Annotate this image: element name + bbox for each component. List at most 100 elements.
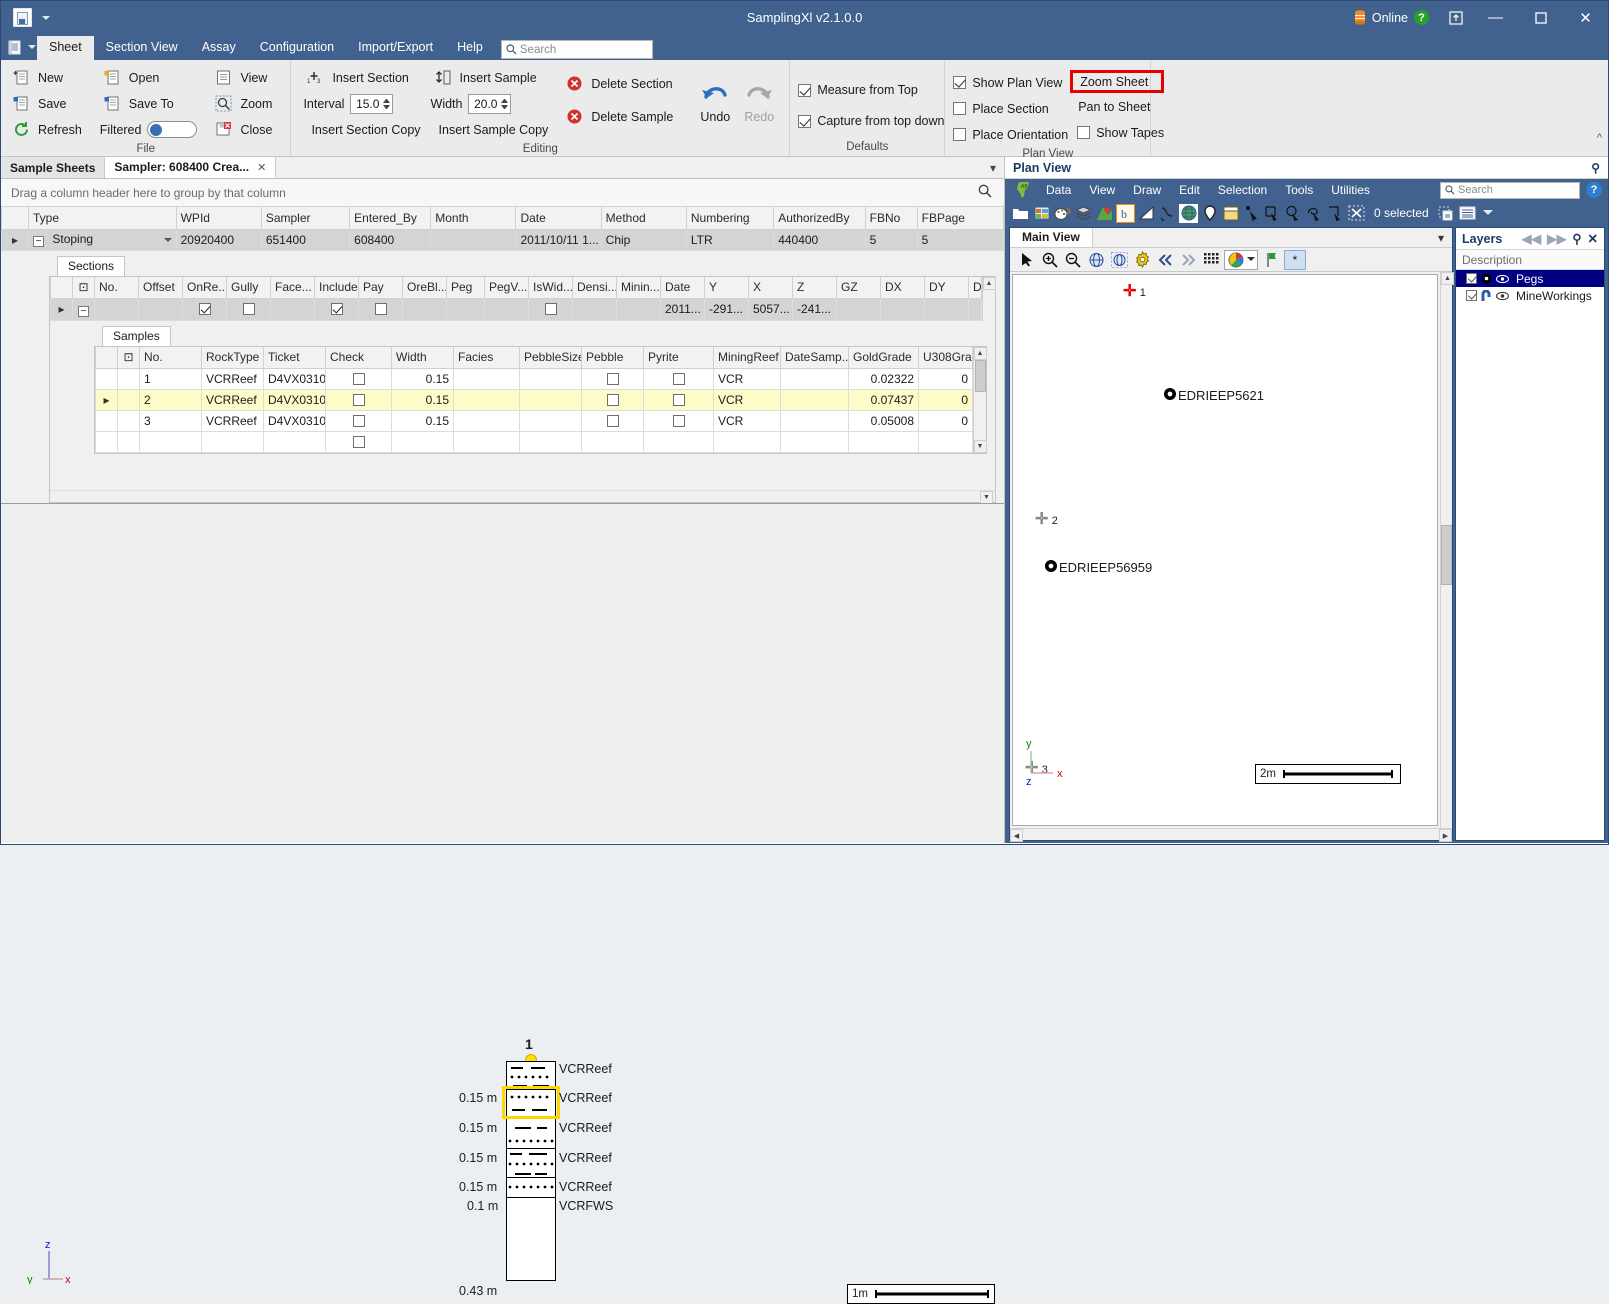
table-row[interactable]: ▸ − xyxy=(51,299,982,320)
cell-numbering[interactable]: LTR xyxy=(686,229,773,250)
checkbox-icon[interactable] xyxy=(353,373,365,385)
place-section-checkbox[interactable]: Place Section xyxy=(953,96,1068,121)
col-wpid[interactable]: WPId xyxy=(176,207,261,229)
checkbox-icon[interactable] xyxy=(243,303,255,315)
maximize-button[interactable] xyxy=(1518,1,1563,34)
scroll-up-icon[interactable]: ▲ xyxy=(1441,272,1454,285)
delete-section-button[interactable]: Delete Section xyxy=(562,71,683,96)
table-row[interactable] xyxy=(96,432,973,453)
select-rect-icon[interactable] xyxy=(1263,204,1282,223)
close-button[interactable]: ✕ xyxy=(1563,1,1608,34)
insert-sample-copy-button[interactable]: Insert Sample Copy xyxy=(431,117,557,142)
peg-2[interactable]: EDRIEEP56959 xyxy=(1044,559,1152,573)
clear-selection-icon[interactable] xyxy=(1347,204,1366,223)
section-marker-1[interactable]: ✛ 1 xyxy=(1123,285,1146,299)
col-sec-mining[interactable]: Minin... xyxy=(617,277,661,299)
close-icon[interactable]: ✕ xyxy=(1588,231,1598,246)
cell-smp-pebble[interactable] xyxy=(582,369,644,390)
scroll-up-icon[interactable]: ▲ xyxy=(983,277,996,290)
plan-view-hscrollbar[interactable]: ◀ ▶ xyxy=(1010,828,1452,840)
plan-view-canvas[interactable]: ✛ 1 ✛ 2 ✛ 3 xyxy=(1012,274,1438,826)
copy-selection-icon[interactable] xyxy=(1437,204,1456,223)
pan-to-sheet-button[interactable]: Pan to Sheet xyxy=(1070,94,1164,119)
cell-smp-rocktype[interactable]: VCRReef xyxy=(202,411,264,432)
plan-menu-utilities[interactable]: Utilities xyxy=(1322,181,1379,199)
zoom-button[interactable]: Zoom xyxy=(211,91,282,116)
cell-smp-pebblesize[interactable] xyxy=(520,432,582,453)
chevron-down-icon[interactable] xyxy=(42,16,50,20)
cell-smp-goldgrade[interactable]: 0.07437 xyxy=(849,390,919,411)
cell-sec-offset[interactable] xyxy=(139,299,183,320)
cell-sec-gz[interactable] xyxy=(837,299,881,320)
cell-smp-ticket[interactable] xyxy=(264,432,326,453)
collapse-icon[interactable]: − xyxy=(33,236,44,247)
curve-tool-icon[interactable] xyxy=(1158,204,1177,223)
folder-icon[interactable] xyxy=(1011,204,1030,223)
tab-sampler[interactable]: Sampler: 608400 Crea... ✕ xyxy=(105,157,276,178)
col-sec-dx[interactable]: DX xyxy=(881,277,925,299)
table-row[interactable]: 1 VCRReef D4VX0310... 0.15 xyxy=(96,369,973,390)
col-smp-miningreef[interactable]: MiningReef xyxy=(714,347,781,369)
cell-smp-pyrite[interactable] xyxy=(644,432,714,453)
cell-smp-check[interactable] xyxy=(326,432,392,453)
zoom-selected-icon[interactable] xyxy=(1109,250,1129,270)
cell-sec-dx[interactable] xyxy=(881,299,925,320)
cell-fbpage[interactable]: 5 xyxy=(917,229,1003,250)
cell-smp-u308grade[interactable] xyxy=(919,432,973,453)
checkbox-icon[interactable] xyxy=(673,415,685,427)
plan-menu-edit[interactable]: Edit xyxy=(1170,181,1209,199)
checkbox-icon[interactable] xyxy=(375,303,387,315)
cell-smp-pebblesize[interactable] xyxy=(520,369,582,390)
col-sec-date[interactable]: Date xyxy=(661,277,705,299)
insert-sample-button[interactable]: Insert Sample xyxy=(431,65,557,90)
plan-view-search-input[interactable]: Search xyxy=(1440,182,1580,199)
menu-tab-configuration[interactable]: Configuration xyxy=(248,36,346,60)
table-row[interactable]: ▸ − Stoping 20920400 651400 608400 2011/… xyxy=(2,229,1004,250)
cell-smp-no[interactable]: 2 xyxy=(140,390,202,411)
cell-fbno[interactable]: 5 xyxy=(865,229,917,250)
cell-smp-u308grade[interactable]: 0 xyxy=(919,390,973,411)
palette-icon[interactable] xyxy=(1053,204,1072,223)
samples-vscrollbar[interactable]: ▲ ▼ xyxy=(973,347,986,454)
show-plan-view-checkbox[interactable]: Show Plan View xyxy=(953,70,1068,95)
col-sec-gully[interactable]: Gully xyxy=(227,277,271,299)
globe-icon[interactable] xyxy=(1179,204,1198,223)
ribbon-search-box[interactable]: Search xyxy=(501,40,653,59)
zoom-extents-icon[interactable] xyxy=(1086,250,1106,270)
color-picker-icon[interactable] xyxy=(1224,250,1258,270)
layer-row-mineworkings[interactable]: MineWorkings xyxy=(1456,287,1604,304)
col-sec-dy[interactable]: DY xyxy=(925,277,969,299)
eye-icon[interactable] xyxy=(1496,291,1509,301)
zoom-in-icon[interactable] xyxy=(1040,250,1060,270)
delete-sample-button[interactable]: Delete Sample xyxy=(562,104,683,129)
cell-wpid[interactable]: 20920400 xyxy=(176,229,261,250)
col-smp-pyrite[interactable]: Pyrite xyxy=(644,347,714,369)
next-icon[interactable]: ▶▶ xyxy=(1547,231,1566,246)
refresh-button[interactable]: Refresh xyxy=(9,117,92,142)
cell-smp-facies[interactable] xyxy=(454,432,520,453)
col-sec-dz[interactable]: DZ xyxy=(969,277,982,299)
cell-sec-y[interactable]: -291... xyxy=(705,299,749,320)
location-pin-icon[interactable] xyxy=(1200,204,1219,223)
cell-sec-oreblock[interactable] xyxy=(403,299,447,320)
checkbox-icon[interactable] xyxy=(673,373,685,385)
ribbon-collapse-icon[interactable]: ^ xyxy=(1597,132,1602,144)
col-sec-face[interactable]: Face... xyxy=(271,277,315,299)
cell-smp-ticket[interactable]: D4VX0310... xyxy=(264,411,326,432)
width-input[interactable]: 20.0 xyxy=(468,94,511,114)
snapshot-icon[interactable]: * xyxy=(1284,250,1306,270)
section-interval[interactable] xyxy=(507,1178,555,1198)
cell-sec-face[interactable] xyxy=(271,299,315,320)
cell-sec-expander[interactable]: − xyxy=(73,299,95,320)
col-sec-z[interactable]: Z xyxy=(793,277,837,299)
redo-button[interactable]: Redo xyxy=(737,71,781,133)
section-interval[interactable] xyxy=(507,1149,555,1178)
table-row[interactable]: 3 VCRReef D4VX0310... 0.15 xyxy=(96,411,973,432)
cell-smp-check[interactable] xyxy=(326,390,392,411)
table-data-icon[interactable] xyxy=(1032,204,1051,223)
cell-smp-rocktype[interactable]: VCRReef xyxy=(202,369,264,390)
cell-sampler[interactable]: 651400 xyxy=(261,229,349,250)
col-smp-facies[interactable]: Facies xyxy=(454,347,520,369)
col-smp-pebble[interactable]: Pebble xyxy=(582,347,644,369)
cell-date[interactable]: 2011/10/11 1... xyxy=(516,229,601,250)
